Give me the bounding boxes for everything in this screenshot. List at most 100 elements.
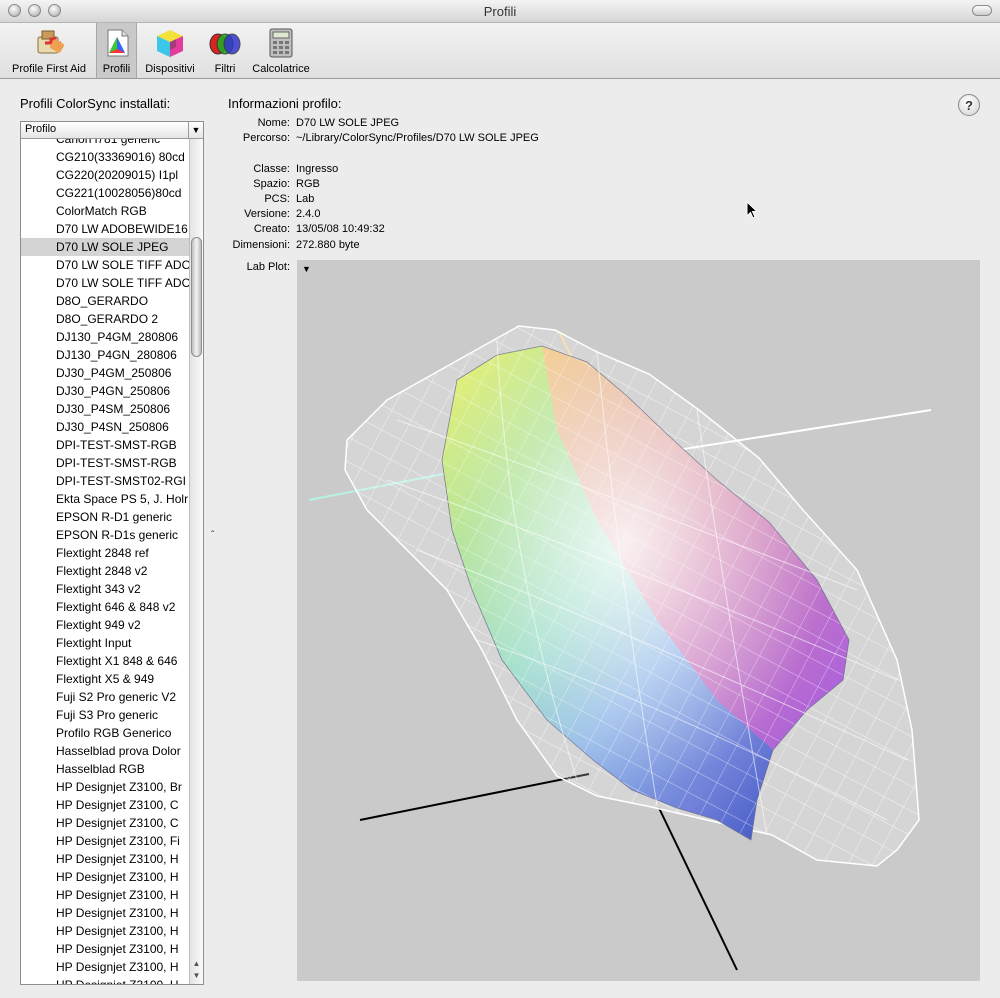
created-label: Creato:: [253, 223, 290, 235]
profile-list-item[interactable]: DPI-TEST-SMST-RGB: [21, 454, 189, 472]
scroll-up-arrow-icon[interactable]: ▲: [190, 958, 203, 970]
profile-list-item[interactable]: HP Designjet Z3100, Fi: [21, 832, 189, 850]
toolbar-filtri[interactable]: Filtri: [204, 23, 246, 78]
toolbar-dispositivi[interactable]: Dispositivi: [140, 23, 200, 78]
scrollbar-thumb[interactable]: [191, 237, 202, 357]
profile-list-item[interactable]: Flextight X5 & 949: [21, 670, 189, 688]
size-value: 272.880 byte: [296, 239, 360, 251]
profile-list-item[interactable]: DPI-TEST-SMST02-RGI: [21, 472, 189, 490]
profile-column-header[interactable]: Profilo ▼: [21, 122, 203, 139]
profile-rows: Canon i781 generic CG210(33369016) 80cd CG…: [21, 139, 189, 984]
profile-list-item[interactable]: DPI-TEST-SMST-RGB: [21, 436, 189, 454]
profile-list-item[interactable]: Hasselblad RGB: [21, 760, 189, 778]
profile-list-item[interactable]: EPSON R-D1s generic: [21, 526, 189, 544]
name-label: Nome:: [257, 117, 290, 129]
profile-list-item[interactable]: HP Designjet Z3100, Br: [21, 778, 189, 796]
profile-list-item[interactable]: DJ130_P4GM_280806: [21, 328, 189, 346]
toolbar: Profile First Aid Profili Dispositivi Fi…: [0, 23, 1000, 79]
space-label: Spazio:: [253, 178, 290, 190]
profile-list-item[interactable]: D8O_GERARDO 2: [21, 310, 189, 328]
profile-list-item[interactable]: HP Designjet Z3100, C: [21, 796, 189, 814]
profile-list-item[interactable]: CG220(20209015) I1pl: [21, 166, 189, 184]
toolbar-label: Profile First Aid: [12, 63, 86, 75]
title-bar: Profili: [0, 0, 1000, 23]
space-value: RGB: [296, 178, 320, 190]
profile-list-item[interactable]: D70 LW SOLE TIFF ADO: [21, 274, 189, 292]
profile-list-item[interactable]: HP Designjet Z3100, H: [21, 922, 189, 940]
profile-rows-inner: Canon i781 generic CG210(33369016) 80cd CG…: [21, 139, 189, 984]
profile-list-item[interactable]: Flextight 646 & 848 v2: [21, 598, 189, 616]
profile-list-item[interactable]: D70 LW SOLE JPEG: [21, 238, 189, 256]
profile-list-item[interactable]: Fuji S2 Pro generic V2: [21, 688, 189, 706]
profile-list-item[interactable]: DJ30_P4GN_250806: [21, 382, 189, 400]
profile-list-item[interactable]: Flextight 343 v2: [21, 580, 189, 598]
installed-profiles-title: Profili ColorSync installati:: [20, 96, 171, 111]
toolbar-profile-first-aid[interactable]: Profile First Aid: [2, 23, 96, 78]
devices-cube-icon: [157, 30, 183, 57]
version-label: Versione:: [244, 208, 290, 220]
pcs-value: Lab: [296, 193, 315, 205]
scroll-down-arrow-icon[interactable]: ▼: [190, 970, 203, 982]
profile-list-item[interactable]: Fuji S3 Pro generic: [21, 706, 189, 724]
profile-icon: [107, 29, 128, 57]
name-value: D70 LW SOLE JPEG: [296, 117, 400, 129]
profile-list-item[interactable]: HP Designjet Z3100, H: [21, 958, 189, 976]
toolbar-calcolatrice[interactable]: Calcolatrice: [248, 23, 314, 78]
toolbar-toggle-button[interactable]: [972, 5, 992, 16]
class-value: Ingresso: [296, 163, 339, 175]
profile-list-item[interactable]: HP Designjet Z3100, H: [21, 868, 189, 886]
calculator-icon: [269, 28, 293, 58]
toolbar-label: Filtri: [214, 63, 236, 75]
profile-list[interactable]: Profilo ▼ Canon i781 generic CG210(333690…: [20, 121, 204, 985]
sort-triangle-icon[interactable]: ▼: [188, 122, 203, 138]
lab-plot-disclosure-icon[interactable]: ▼: [302, 264, 311, 274]
profile-list-item[interactable]: Ekta Space PS 5, J. Holr: [21, 490, 189, 508]
first-aid-icon: [37, 30, 64, 54]
profile-list-scrollbar[interactable]: ▲ ▼: [189, 139, 203, 984]
column-header-label: Profilo: [25, 123, 57, 135]
toolbar-profili[interactable]: Profili: [96, 23, 137, 78]
splitter-handle-icon[interactable]: ˆ: [211, 530, 214, 541]
toolbar-label: Calcolatrice: [252, 63, 310, 75]
profile-list-item[interactable]: Flextight 2848 ref: [21, 544, 189, 562]
created-value: 13/05/08 10:49:32: [296, 223, 385, 235]
profile-list-item[interactable]: D70 LW ADOBEWIDE16: [21, 220, 189, 238]
profile-list-item[interactable]: D70 LW SOLE TIFF ADO: [21, 256, 189, 274]
lab-gamut-plot: [308, 325, 932, 971]
filters-icon: [209, 33, 241, 55]
window-title: Profili: [483, 4, 517, 19]
profile-list-item[interactable]: Hasselblad prova Dolor: [21, 742, 189, 760]
profile-list-item[interactable]: HP Designjet Z3100, H: [21, 904, 189, 922]
class-label: Classe:: [253, 163, 290, 175]
profile-list-item[interactable]: HP Designjet Z3100, H: [21, 976, 189, 984]
profile-list-item[interactable]: Profilo RGB Generico: [21, 724, 189, 742]
profile-list-item[interactable]: Flextight X1 848 & 646: [21, 652, 189, 670]
profile-list-item[interactable]: HP Designjet Z3100, H: [21, 886, 189, 904]
profile-list-item[interactable]: CG210(33369016) 80cd: [21, 148, 189, 166]
toolbar-label: Dispositivi: [145, 63, 195, 75]
profile-list-item[interactable]: DJ130_P4GN_280806: [21, 346, 189, 364]
profile-list-item[interactable]: DJ30_P4SM_250806: [21, 400, 189, 418]
profile-list-item[interactable]: D8O_GERARDO: [21, 292, 189, 310]
profile-list-item[interactable]: Flextight Input: [21, 634, 189, 652]
toolbar-label: Profili: [102, 63, 131, 75]
profile-list-item[interactable]: Canon i781 generic: [21, 139, 189, 148]
profile-list-item[interactable]: EPSON R-D1 generic: [21, 508, 189, 526]
profile-list-item[interactable]: Flextight 949 v2: [21, 616, 189, 634]
path-label: Percorso:: [242, 132, 290, 144]
profile-list-item[interactable]: HP Designjet Z3100, C: [21, 814, 189, 832]
profile-list-item[interactable]: ColorMatch RGB: [21, 202, 189, 220]
profile-list-item[interactable]: HP Designjet Z3100, H: [21, 850, 189, 868]
size-label: Dimensioni:: [232, 239, 290, 251]
path-value: ~/Library/ColorSync/Profiles/D70 LW SOLE…: [296, 132, 539, 144]
profile-list-item[interactable]: DJ30_P4SN_250806: [21, 418, 189, 436]
version-value: 2.4.0: [296, 208, 321, 220]
profile-info-title: Informazioni profilo:: [228, 96, 342, 111]
profile-list-item[interactable]: CG221(10028056)80cd: [21, 184, 189, 202]
lab-plot-view[interactable]: [297, 260, 980, 981]
profile-list-item[interactable]: DJ30_P4GM_250806: [21, 364, 189, 382]
help-button[interactable]: ?: [958, 94, 980, 116]
mouse-pointer-icon: [746, 201, 758, 219]
profile-list-item[interactable]: HP Designjet Z3100, H: [21, 940, 189, 958]
profile-list-item[interactable]: Flextight 2848 v2: [21, 562, 189, 580]
